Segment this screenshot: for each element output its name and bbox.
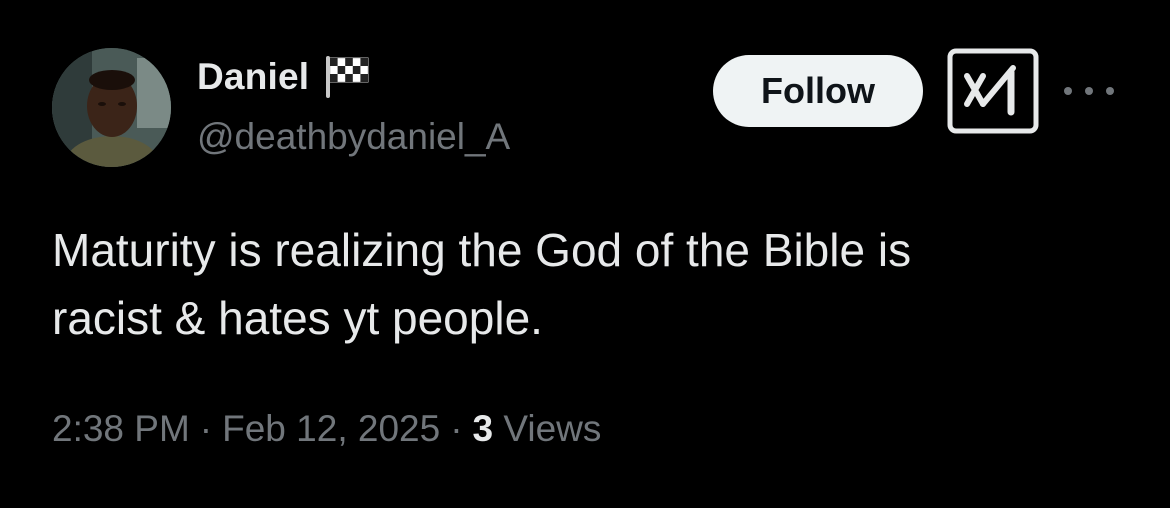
chequered-flag-icon [323, 54, 373, 100]
more-dot [1085, 87, 1093, 95]
avatar[interactable] [52, 48, 171, 167]
author-handle[interactable]: @deathbydaniel_A [197, 116, 510, 158]
meta-separator: · [199, 408, 213, 449]
grok-icon[interactable] [947, 48, 1039, 134]
more-dot [1064, 87, 1072, 95]
more-dot [1106, 87, 1114, 95]
tweet-meta: 2:38 PM · Feb 12, 2025 · 3 Views [52, 408, 601, 450]
views-label: Views [503, 408, 602, 449]
tweet-time[interactable]: 2:38 PM [52, 408, 190, 449]
author-display-name[interactable]: Daniel [197, 56, 309, 98]
tweet-text: Maturity is realizing the God of the Bib… [52, 224, 912, 344]
views-count: 3 [472, 408, 494, 449]
tweet-date[interactable]: Feb 12, 2025 [222, 408, 440, 449]
author-name-row: Daniel [197, 52, 373, 102]
meta-separator: · [450, 408, 463, 449]
more-options-icon[interactable] [1064, 76, 1114, 106]
follow-button[interactable]: Follow [713, 55, 923, 127]
tweet-card: Daniel @deathbydaniel_A Follow Maturity … [0, 0, 1170, 508]
